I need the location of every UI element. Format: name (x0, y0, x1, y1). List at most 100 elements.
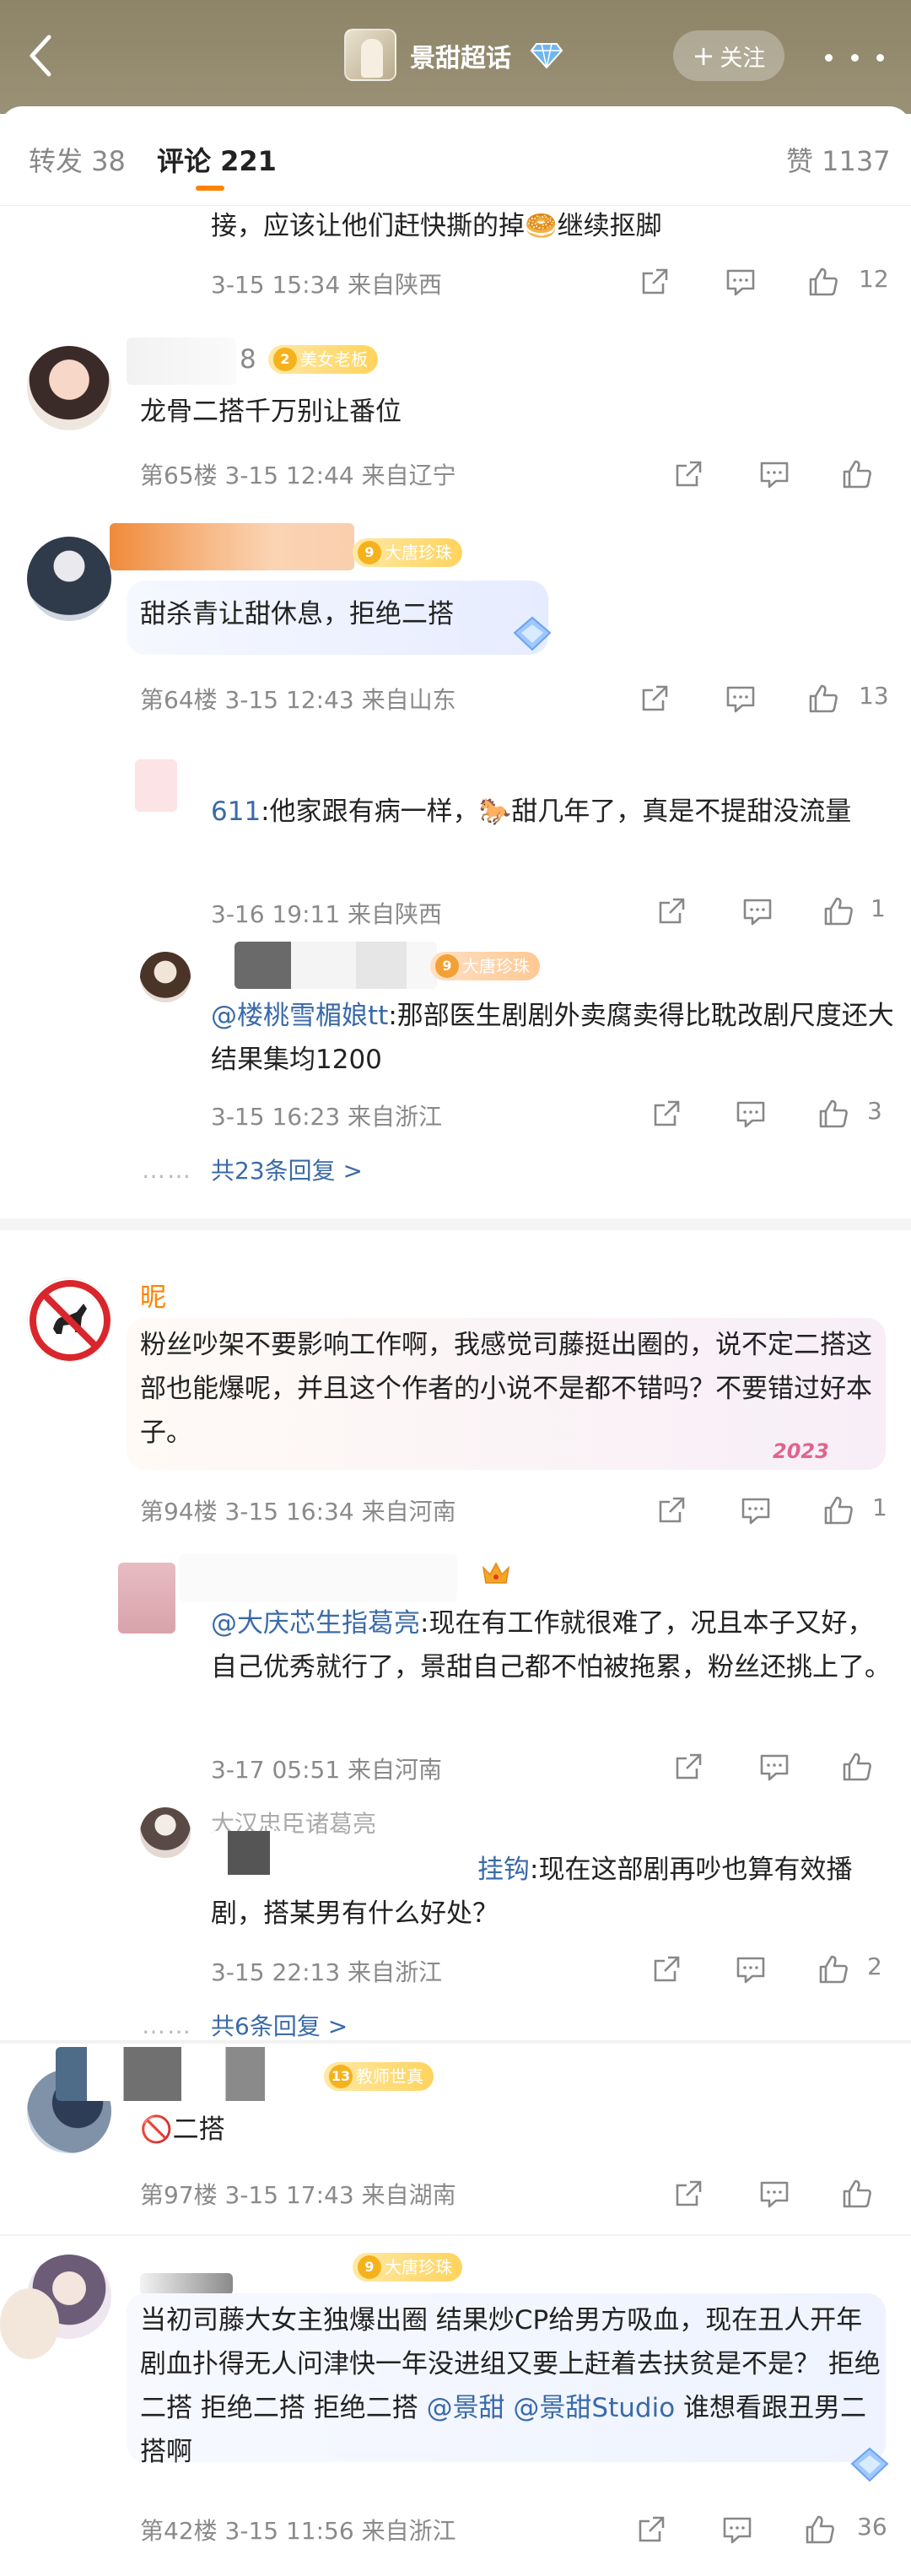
avatar-blur (135, 759, 177, 812)
back-icon[interactable] (22, 30, 59, 81)
comment-meta: 第64楼 3-15 12:43 来自山东 (140, 686, 456, 714)
comment-actions: 12 (638, 262, 891, 304)
share-icon[interactable] (671, 457, 705, 491)
badge-label: 大唐珍珠 (385, 543, 452, 563)
follow-button[interactable]: + 关注 (673, 30, 784, 81)
topic-avatar[interactable] (344, 29, 396, 81)
comment-icon[interactable] (724, 682, 757, 716)
comment-icon[interactable] (757, 457, 791, 491)
like-icon[interactable] (840, 2177, 874, 2211)
more-icon[interactable] (825, 41, 884, 74)
mention-link[interactable]: @景甜 (427, 2393, 505, 2423)
avatar[interactable] (140, 1807, 191, 1858)
reply-text: @大庆芯生指葛亮:现在有工作就很难了，况且本子又好，自己优秀就行了，景甜自己都不… (211, 1601, 894, 1689)
share-icon[interactable] (638, 682, 671, 716)
tab-like[interactable]: 赞 1137 (786, 140, 891, 179)
share-icon[interactable] (655, 894, 688, 928)
reply-content: :现在这部剧再吵也算有效播剧，搭某男有什么好处？ (211, 1855, 853, 1929)
tab-comment[interactable]: 评论 221 (157, 140, 277, 179)
avatar[interactable] (27, 537, 111, 621)
more-replies-link[interactable]: 共6条回复 > (211, 2008, 348, 2042)
share-icon[interactable] (650, 1952, 683, 1986)
comment-text: 接，应该让他们赶快撕的掉🥯继续抠脚 (211, 211, 662, 241)
avatar-blur (0, 2288, 59, 2359)
reply-content: :他家跟有病一样，🐎甜几年了，真是不提甜没流量 (261, 797, 852, 827)
comment-text: 🚫二搭 (140, 2114, 225, 2145)
like-icon[interactable] (840, 1750, 874, 1784)
mention-link[interactable]: @景甜Studio (513, 2393, 675, 2423)
badge-label: 美女老板 (300, 349, 368, 370)
comment-icon[interactable] (724, 265, 757, 299)
like-count: 2 (867, 1952, 882, 1980)
like-icon[interactable] (840, 457, 874, 491)
reply-actions (671, 1747, 891, 1789)
topic-title[interactable]: 景甜超话 (410, 37, 511, 74)
comment-actions: 13 (638, 678, 891, 721)
name-blur (234, 942, 437, 989)
badge-level: 9 (358, 2255, 381, 2279)
badge-level: 9 (358, 541, 381, 564)
share-icon[interactable] (634, 2513, 668, 2546)
no-dog-icon[interactable] (27, 1277, 111, 1362)
comment-icon[interactable] (739, 1493, 773, 1527)
like-count: 1 (871, 894, 886, 922)
reply-actions: 1 (655, 891, 891, 933)
comment-actions (671, 454, 891, 496)
like-count: 13 (859, 682, 889, 710)
like-icon[interactable] (822, 1493, 855, 1527)
name-blur (179, 1554, 457, 1601)
divider (0, 1218, 911, 1230)
badge-label: 教师世真 (356, 2066, 423, 2087)
dots: …… (142, 1156, 192, 1184)
like-icon[interactable] (803, 2513, 837, 2546)
reply-name[interactable]: 挂钩 (477, 1855, 530, 1885)
fan-badge: 9 大唐珍珠 (430, 952, 540, 980)
plus-icon: + (692, 40, 715, 72)
reply-name[interactable]: @大庆芯生指葛亮 (211, 1608, 420, 1639)
comment-actions (671, 2174, 891, 2216)
divider (0, 2040, 911, 2044)
comment-icon[interactable] (757, 1750, 791, 1784)
like-icon[interactable] (806, 682, 840, 716)
comment-meta: 第97楼 3-15 17:43 来自湖南 (140, 2181, 456, 2209)
user-name[interactable]: 昵 (140, 1276, 166, 1314)
comment-icon[interactable] (734, 1097, 768, 1131)
screen: 景甜超话 + 关注 转发 38 评论 221 赞 1137 接，应该让他们赶快撕… (0, 0, 911, 2576)
share-icon[interactable] (671, 1750, 705, 1784)
like-icon[interactable] (806, 265, 840, 299)
tab-repost[interactable]: 转发 38 (29, 140, 126, 179)
reply-text: 挂钩:现在这部剧再吵也算有效播剧，搭某男有什么好处？ (211, 1848, 894, 1936)
dots: …… (142, 2012, 192, 2039)
comment-icon[interactable] (741, 894, 774, 928)
top-bar: 景甜超话 + 关注 (0, 0, 911, 114)
comment-meta: 第65楼 3-15 12:44 来自辽宁 (140, 462, 456, 489)
reply-name[interactable]: 611 (211, 797, 261, 827)
share-icon[interactable] (655, 1493, 688, 1527)
comment-text: 当初司藤大女主独爆出圈 结果炒CP给男方吸血，现在丑人开年剧血扑得无人问津快一年… (140, 2298, 882, 2474)
share-icon[interactable] (638, 265, 671, 299)
comment-icon[interactable] (757, 2177, 791, 2211)
more-replies-link[interactable]: 共23条回复 > (211, 1153, 363, 1186)
follow-label: 关注 (720, 45, 766, 72)
share-icon[interactable] (671, 2177, 705, 2211)
divider (0, 2234, 911, 2236)
like-icon[interactable] (822, 894, 855, 928)
comment-text: 龙骨二搭千万别让番位 (140, 397, 402, 427)
fan-badge: 9 大唐珍珠 (353, 2253, 462, 2282)
like-count: 12 (859, 265, 889, 293)
comment-icon[interactable] (734, 1952, 768, 1986)
avatar[interactable] (140, 952, 191, 1002)
reply-actions: 2 (650, 1949, 891, 1991)
like-icon[interactable] (817, 1952, 850, 1986)
reply-actions: 3 (650, 1094, 891, 1136)
share-icon[interactable] (650, 1097, 683, 1131)
name-blur (110, 523, 354, 570)
badge-label: 大唐珍珠 (462, 956, 530, 976)
badge-level: 13 (329, 2065, 353, 2088)
comment-text: 粉丝吵架不要影响工作啊，我感觉司藤挺出圈的，说不定二搭这部也能爆呢，并且这个作者… (140, 1330, 872, 1448)
avatar[interactable] (27, 346, 111, 430)
like-icon[interactable] (817, 1097, 850, 1131)
user-name[interactable]: 8 (240, 344, 256, 375)
reply-name[interactable]: @楼桃雪楣娘tt (211, 1001, 388, 1031)
comment-icon[interactable] (720, 2513, 754, 2546)
